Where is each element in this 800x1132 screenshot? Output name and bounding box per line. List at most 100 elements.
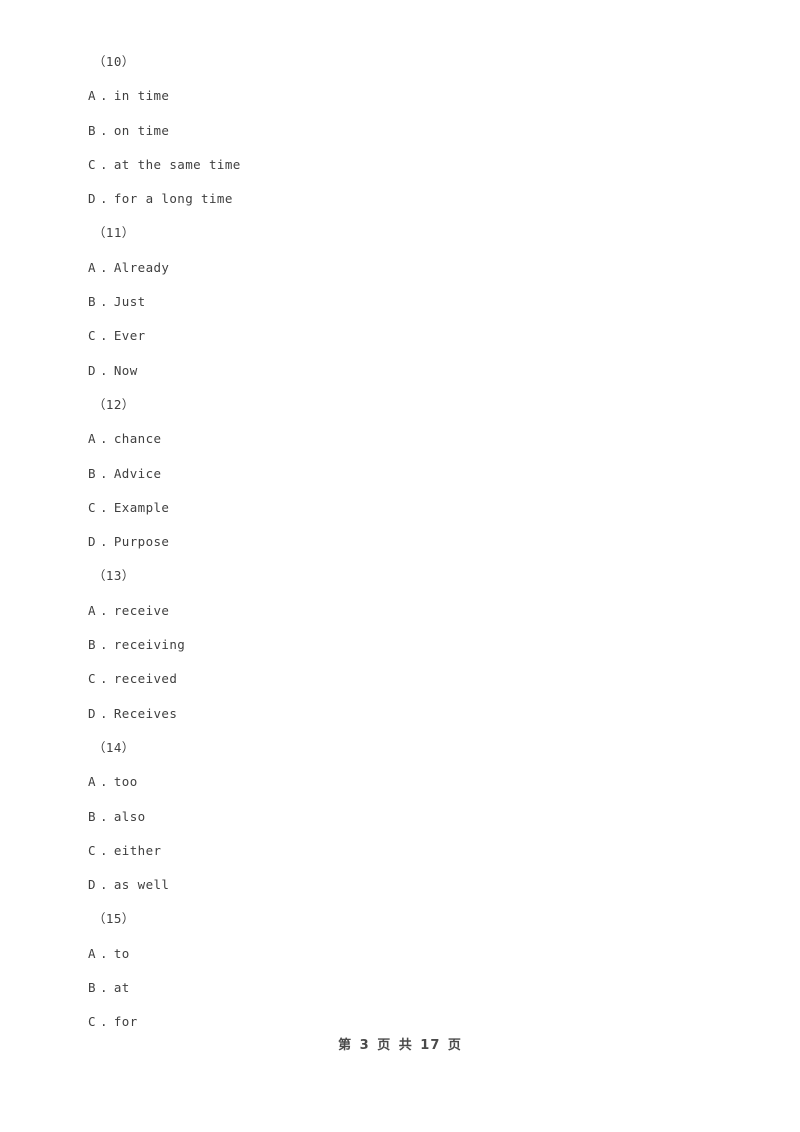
option-letter: D (88, 705, 96, 721)
option-text: Ever (113, 328, 146, 344)
page-footer: 第 3 页 共 17 页 (0, 1034, 800, 1053)
option-letter: A (88, 431, 96, 447)
option-letter: D (88, 362, 96, 378)
option-separator: . (99, 156, 108, 172)
answer-option[interactable]: D. Purpose (88, 525, 728, 559)
option-letter: B (88, 808, 96, 824)
question-block: （13） A. receive B. receiving C. received D. Rece… (88, 559, 728, 730)
answer-option[interactable]: A. chance (88, 422, 728, 456)
option-text: either (113, 842, 162, 858)
answer-option[interactable]: D. as well (88, 868, 728, 902)
answer-option[interactable]: B. Advice (88, 457, 728, 491)
answer-option[interactable]: D. for a long time (88, 182, 728, 216)
option-separator: . (99, 1014, 108, 1030)
option-text: received (113, 671, 178, 687)
option-text: for a long time (113, 191, 233, 207)
question-block: （11） A. Already B. Just C. Ever D. Now (88, 216, 728, 387)
question-number: （12） (93, 396, 135, 412)
footer-total-prefix: 共 (398, 1038, 413, 1053)
option-separator: . (99, 88, 108, 104)
option-letter: A (88, 88, 96, 104)
question-block: （15） A. to B. at C. for (88, 902, 728, 1039)
option-separator: . (99, 945, 108, 961)
answer-option[interactable]: A. too (88, 765, 728, 799)
option-separator: . (99, 431, 108, 447)
option-separator: . (99, 465, 108, 481)
answer-option[interactable]: A. in time (88, 79, 728, 113)
question-number: （13） (93, 568, 135, 584)
option-letter: D (88, 534, 96, 550)
option-separator: . (99, 705, 108, 721)
question-block: （10） A. in time B. on time C. at the same time… (88, 45, 728, 216)
footer-total-unit: 页 (447, 1038, 462, 1053)
answer-option[interactable]: B. on time (88, 114, 728, 148)
option-letter: D (88, 191, 96, 207)
option-letter: B (88, 465, 96, 481)
answer-option[interactable]: C. Example (88, 491, 728, 525)
option-letter: C (88, 671, 96, 687)
answer-option[interactable]: A. to (88, 937, 728, 971)
option-letter: C (88, 156, 96, 172)
answer-option[interactable]: C. at the same time (88, 148, 728, 182)
footer-page-prefix: 第 (338, 1038, 353, 1053)
answer-option[interactable]: B. at (88, 971, 728, 1005)
answer-option[interactable]: B. Just (88, 285, 728, 319)
option-letter: B (88, 980, 96, 996)
option-separator: . (99, 602, 108, 618)
option-text: as well (113, 877, 170, 893)
option-separator: . (99, 808, 108, 824)
option-separator: . (99, 774, 108, 790)
option-separator: . (99, 191, 108, 207)
question-number: （10） (93, 54, 135, 69)
option-letter: A (88, 945, 96, 961)
option-separator: . (99, 294, 108, 310)
option-text: in time (113, 88, 170, 104)
answer-option[interactable]: D. Receives (88, 697, 728, 731)
answer-option[interactable]: C. either (88, 834, 728, 868)
option-letter: C (88, 1014, 96, 1030)
question-block: （12） A. chance B. Advice C. Example D. Purpose (88, 388, 728, 559)
option-text: on time (113, 122, 170, 138)
question-block: （14） A. too B. also C. either D. as well (88, 731, 728, 902)
option-separator: . (99, 534, 108, 550)
option-separator: . (99, 877, 108, 893)
option-text: at the same time (113, 156, 241, 172)
option-separator: . (99, 842, 108, 858)
footer-total-number: 17 (420, 1038, 441, 1053)
option-text: to (113, 945, 130, 961)
option-separator: . (99, 259, 108, 275)
option-text: Advice (113, 465, 162, 481)
document-page: （10） A. in time B. on time C. at the same time… (0, 0, 800, 1132)
option-separator: . (99, 980, 108, 996)
option-text: Receives (113, 705, 178, 721)
option-text: Example (113, 499, 170, 515)
answer-option[interactable]: B. receiving (88, 628, 728, 662)
answer-option[interactable]: A. receive (88, 594, 728, 628)
footer-page-unit: 页 (377, 1038, 392, 1053)
option-text: for (113, 1014, 138, 1030)
answer-option[interactable]: C. Ever (88, 319, 728, 353)
option-letter: B (88, 122, 96, 138)
answer-option[interactable]: B. also (88, 800, 728, 834)
option-separator: . (99, 362, 108, 378)
option-text: at (113, 980, 130, 996)
option-letter: A (88, 259, 96, 275)
option-separator: . (99, 637, 108, 653)
option-text: also (113, 808, 146, 824)
option-letter: C (88, 328, 96, 344)
option-text: receive (113, 602, 170, 618)
option-letter: C (88, 499, 96, 515)
option-separator: . (99, 122, 108, 138)
answer-option[interactable]: A. Already (88, 251, 728, 285)
option-text: receiving (113, 637, 186, 653)
option-separator: . (99, 671, 108, 687)
option-letter: D (88, 877, 96, 893)
question-number: （11） (93, 225, 135, 241)
option-text: Purpose (113, 534, 170, 550)
option-text: Now (113, 362, 138, 378)
answer-option[interactable]: C. received (88, 662, 728, 696)
option-text: chance (113, 431, 162, 447)
answer-option[interactable]: D. Now (88, 354, 728, 388)
option-text: Already (113, 259, 170, 275)
question-number: （14） (93, 739, 135, 755)
